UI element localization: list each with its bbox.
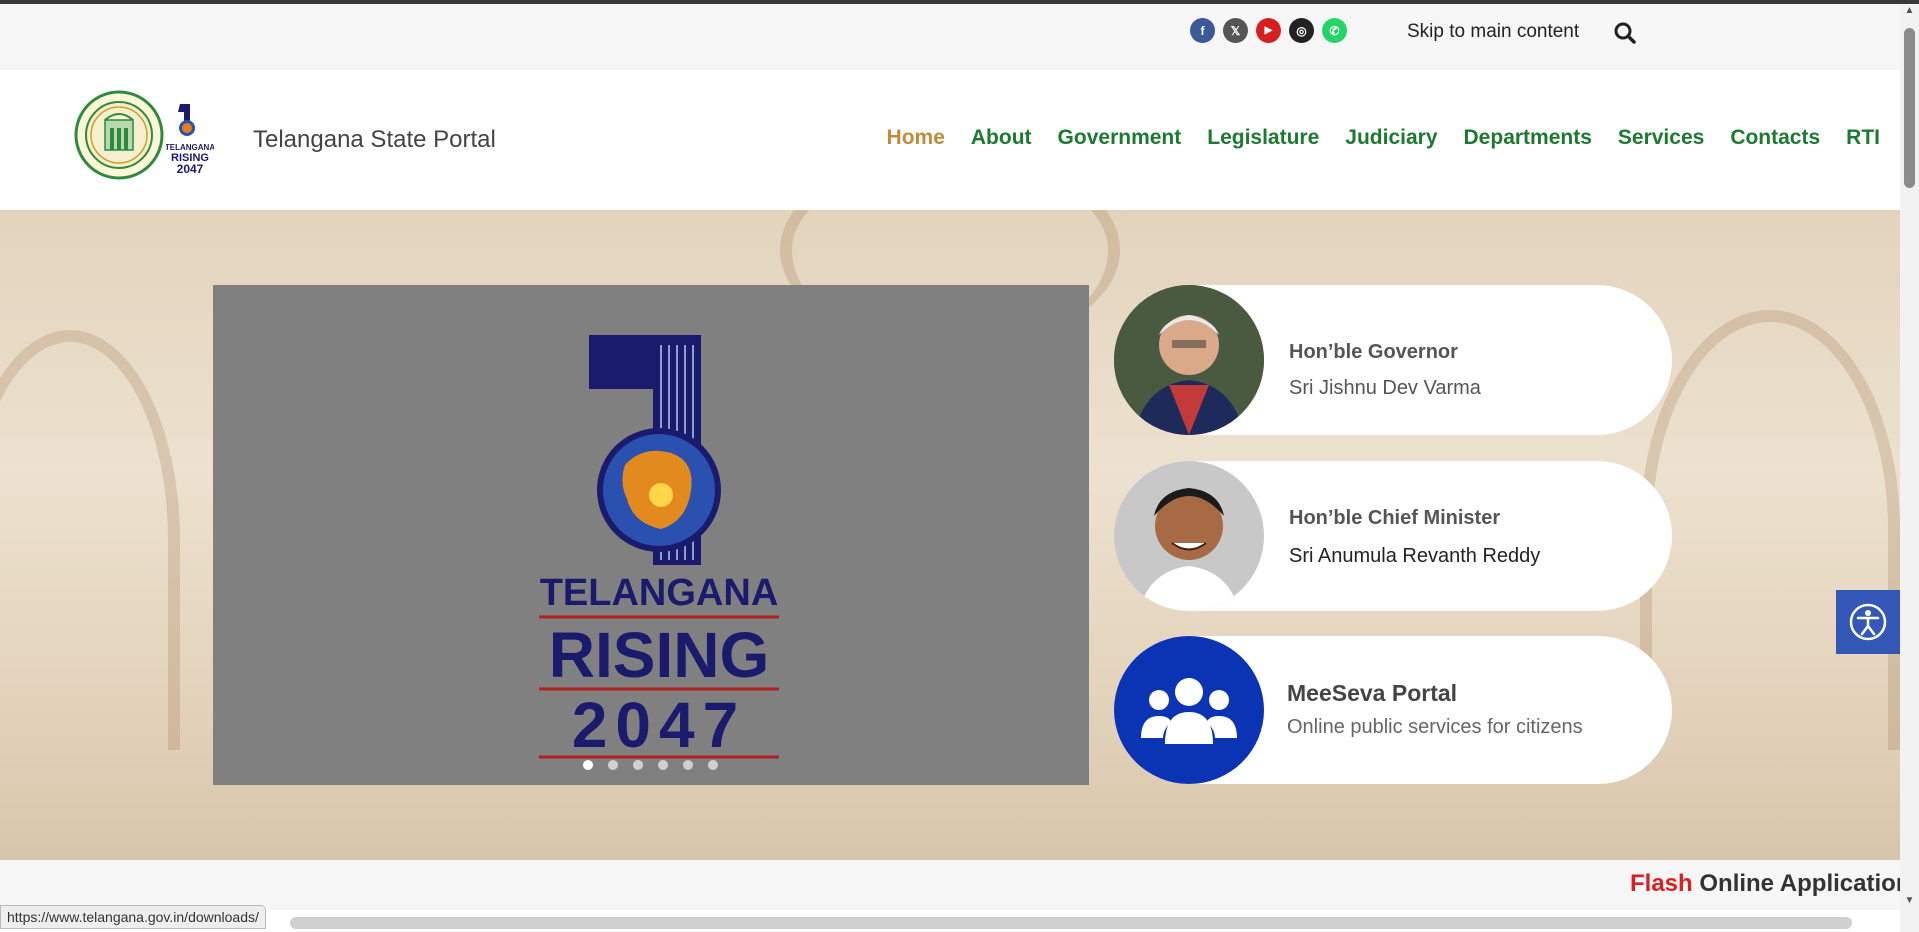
flash-item: Online Application — [1699, 870, 1900, 897]
meeseva-subtitle: Online public services for citizens — [1287, 716, 1583, 738]
telangana-rising-2047-slide: TELANGANA RISING 2047 — [539, 335, 779, 761]
skip-to-main-link[interactable]: Skip to main content — [1407, 21, 1579, 43]
meeseva-card[interactable]: MeeSeva Portal Online public services fo… — [1114, 636, 1672, 784]
chief-minister-card[interactable]: Hon’ble Chief Minister Sri Anumula Revan… — [1114, 461, 1672, 611]
x-icon[interactable]: 𝕏 — [1223, 18, 1248, 43]
whatsapp-icon[interactable]: ✆ — [1322, 18, 1347, 43]
users-group-icon — [1114, 636, 1264, 784]
slider-dots — [583, 760, 718, 770]
nav-departments[interactable]: Departments — [1464, 126, 1592, 150]
hero-slider[interactable]: TELANGANA RISING 2047 — [213, 285, 1089, 785]
nav-legislature[interactable]: Legislature — [1207, 126, 1319, 150]
slide-logo-line1: TELANGANA — [540, 572, 779, 614]
meeseva-title: MeeSeva Portal — [1287, 680, 1458, 706]
accessibility-icon — [1849, 603, 1887, 641]
nav-judiciary[interactable]: Judiciary — [1345, 126, 1437, 150]
nav-home[interactable]: Home — [887, 126, 945, 150]
horizontal-scrollbar[interactable] — [290, 917, 1852, 929]
slider-dot[interactable] — [683, 760, 693, 770]
nav-rti[interactable]: RTI — [1846, 126, 1880, 150]
hero-section: TELANGANA RISING 2047 Hon’ble Governor S… — [0, 210, 1900, 860]
slide-logo-line2: RISING — [549, 619, 769, 691]
accessibility-button[interactable] — [1836, 590, 1900, 654]
youtube-icon[interactable]: ▶ — [1256, 18, 1281, 43]
nav-about[interactable]: About — [971, 126, 1032, 150]
nav-government[interactable]: Government — [1058, 126, 1182, 150]
governor-card[interactable]: Hon’ble Governor Sri Jishnu Dev Varma — [1114, 285, 1672, 435]
telangana-rising-logo: TELANGANA RISING 2047 — [165, 100, 215, 176]
flash-news-text[interactable]: Flash Online Application — [1630, 870, 1900, 898]
nav-services[interactable]: Services — [1618, 126, 1704, 150]
chief-minister-name: Sri Anumula Revanth Reddy — [1289, 545, 1541, 567]
facebook-icon[interactable]: f — [1190, 18, 1215, 43]
background-arch — [0, 330, 180, 750]
instagram-icon[interactable]: ◎ — [1289, 18, 1314, 43]
scroll-down-arrow-icon[interactable]: ▼ — [1904, 896, 1915, 906]
governor-name: Sri Jishnu Dev Varma — [1289, 377, 1481, 399]
main-nav: Home About Government Legislature Judici… — [887, 126, 1880, 150]
nav-contacts[interactable]: Contacts — [1730, 126, 1820, 150]
vertical-scrollbar-thumb[interactable] — [1904, 28, 1915, 188]
svg-text:TELANGANA: TELANGANA — [166, 143, 214, 152]
social-links: f 𝕏 ▶ ◎ ✆ — [1190, 18, 1347, 43]
background-arch — [1640, 310, 1900, 750]
slider-dot[interactable] — [583, 760, 593, 770]
svg-text:2047: 2047 — [177, 162, 204, 176]
telangana-emblem-logo[interactable] — [74, 90, 164, 180]
flash-news-bar: Flash Online Application — [0, 860, 1900, 910]
slider-dot[interactable] — [633, 760, 643, 770]
slider-dot[interactable] — [608, 760, 618, 770]
flash-label: Flash — [1630, 870, 1693, 897]
slider-dot[interactable] — [658, 760, 668, 770]
governor-title: Hon’ble Governor — [1289, 341, 1458, 363]
status-bar-url: https://www.telangana.gov.in/downloads/ — [0, 905, 266, 929]
scroll-up-arrow-icon[interactable]: ▲ — [1904, 6, 1915, 16]
governor-avatar — [1114, 285, 1264, 435]
utility-bar: f 𝕏 ▶ ◎ ✆ Skip to main content — [0, 4, 1900, 70]
slider-dot[interactable] — [708, 760, 718, 770]
search-icon[interactable] — [1612, 20, 1638, 46]
site-header: TELANGANA RISING 2047 Telangana State Po… — [0, 70, 1900, 210]
chief-minister-avatar — [1114, 461, 1264, 611]
site-title[interactable]: Telangana State Portal — [253, 126, 496, 154]
chief-minister-title: Hon’ble Chief Minister — [1289, 507, 1501, 529]
slide-logo-line3: 2047 — [572, 689, 746, 761]
